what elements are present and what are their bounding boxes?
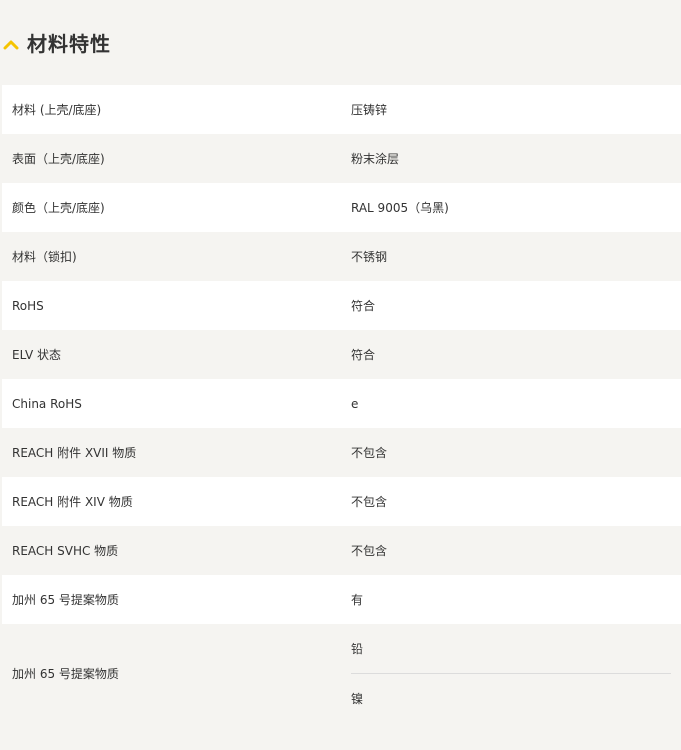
row-value-list: 铅 镍 [341,624,681,722]
table-row: RoHS 符合 [2,281,681,330]
table-row: 加州 65 号提案物质 铅 镍 [2,624,681,722]
row-label: REACH 附件 XVII 物质 [12,446,137,460]
row-value: 符合 [351,348,376,362]
row-value: 符合 [351,299,376,313]
row-value: 铅 [351,642,364,656]
row-value: 不包含 [351,446,388,460]
section-header-material-properties[interactable]: 材料特性 [0,0,681,85]
row-value: 不包含 [351,544,388,558]
table-row: 加州 65 号提案物质 有 [2,575,681,624]
table-row: REACH SVHC 物质 不包含 [2,526,681,575]
row-value: 有 [351,593,364,607]
row-value: 不锈钢 [351,250,388,264]
chevron-up-icon [3,40,19,49]
row-label: China RoHS [12,396,82,411]
table-row: ELV 状态 符合 [2,330,681,379]
row-value: 镍 [351,673,671,722]
table-row: REACH 附件 XVII 物质 不包含 [2,428,681,477]
row-label: 材料 (上壳/底座) [12,103,102,117]
table-row: REACH 附件 XIV 物质 不包含 [2,477,681,526]
properties-table: 材料 (上壳/底座) 压铸锌 表面（上壳/底座) 粉末涂层 颜色（上壳/底座) … [2,85,681,722]
table-row: 材料（锁扣) 不锈钢 [2,232,681,281]
row-label: REACH SVHC 物质 [12,544,119,558]
table-row: 颜色（上壳/底座) RAL 9005（乌黑) [2,183,681,232]
row-label: RoHS [12,298,44,313]
row-label: 颜色（上壳/底座) [12,201,105,215]
section-title: 材料特性 [27,32,111,56]
row-value: 压铸锌 [351,103,388,117]
row-label: 材料（锁扣) [12,250,77,264]
row-label: 加州 65 号提案物质 [12,593,119,607]
row-value: 不包含 [351,495,388,509]
table-row: 材料 (上壳/底座) 压铸锌 [2,85,681,134]
row-value: RAL 9005（乌黑) [351,201,449,215]
row-label: 加州 65 号提案物质 [12,666,119,681]
row-label: ELV 状态 [12,348,61,362]
row-label: 表面（上壳/底座) [12,152,105,166]
row-value: e [351,396,359,411]
row-label: REACH 附件 XIV 物质 [12,495,133,509]
table-row: China RoHS e [2,379,681,428]
row-value: 粉末涂层 [351,152,400,166]
table-row: 表面（上壳/底座) 粉末涂层 [2,134,681,183]
